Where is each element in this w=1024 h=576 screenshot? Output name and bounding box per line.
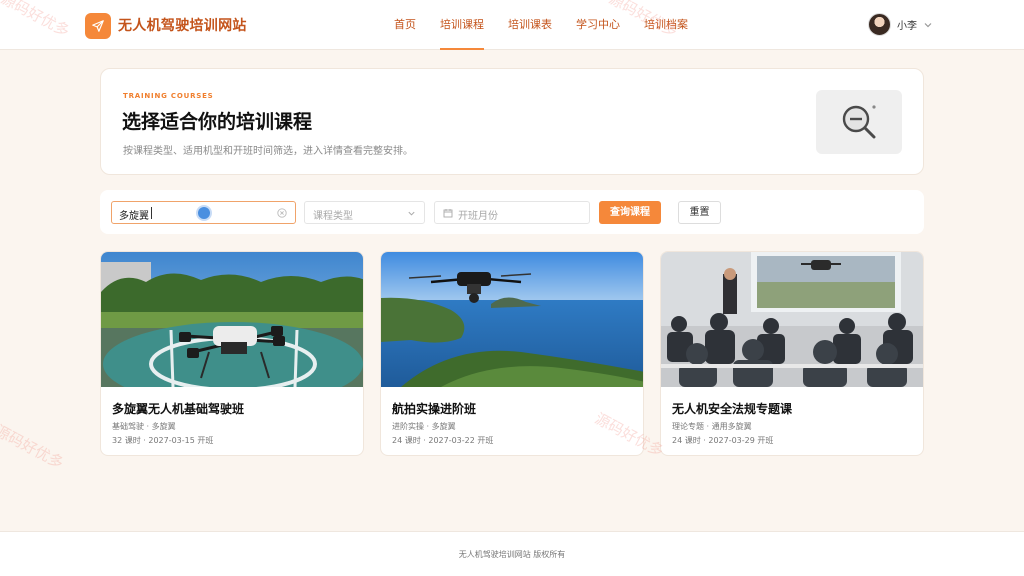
copyright-text: 无人机驾驶培训网站 版权所有 bbox=[458, 550, 566, 559]
page-title: 选择适合你的培训课程 bbox=[122, 111, 313, 133]
reset-button[interactable]: 重置 bbox=[678, 201, 721, 224]
chevron-down-icon[interactable] bbox=[407, 209, 416, 218]
calendar-icon bbox=[443, 209, 453, 218]
site-title[interactable]: 无人机驾驶培训网站 bbox=[118, 15, 247, 35]
hero-eyebrow: TRAINING COURSES bbox=[123, 92, 214, 100]
course-meta: 32 课时 · 2027-03-15 开班 bbox=[112, 436, 214, 445]
nav-records[interactable]: 培训档案 bbox=[644, 0, 688, 50]
month-placeholder: 开班月份 bbox=[458, 211, 498, 222]
avatar[interactable] bbox=[868, 13, 891, 36]
course-meta: 24 课时 · 2027-03-22 开班 bbox=[392, 436, 494, 445]
nav-courses[interactable]: 培训课程 bbox=[440, 0, 484, 50]
course-title[interactable]: 无人机安全法规专题课 bbox=[672, 400, 792, 417]
course-image-drone-over-sea[interactable] bbox=[381, 252, 643, 387]
course-title[interactable]: 多旋翼无人机基础驾驶班 bbox=[112, 400, 244, 417]
clear-icon[interactable] bbox=[277, 208, 287, 218]
filter-bar: 多旋翼 课程类型 开班月份 查询课程 重置 bbox=[100, 190, 924, 234]
search-input-value[interactable]: 多旋翼 bbox=[119, 207, 149, 222]
course-meta: 24 课时 · 2027-03-29 开班 bbox=[672, 436, 774, 445]
search-input[interactable]: 多旋翼 bbox=[111, 201, 296, 224]
logo[interactable] bbox=[85, 13, 111, 39]
user-name[interactable]: 小李 bbox=[897, 17, 917, 32]
course-image-drone-on-helipad[interactable] bbox=[101, 252, 363, 387]
top-header: 无人机驾驶培训网站 首页 培训课程 培训课表 学习中心 培训档案 小李 bbox=[0, 0, 1024, 50]
query-button[interactable]: 查询课程 bbox=[599, 201, 661, 224]
course-type-placeholder: 课程类型 bbox=[313, 211, 353, 222]
course-image-classroom[interactable] bbox=[661, 252, 923, 387]
nav-schedule[interactable]: 培训课表 bbox=[508, 0, 552, 50]
magnifier-icon bbox=[842, 105, 876, 139]
course-type-select[interactable]: 课程类型 bbox=[304, 201, 425, 224]
course-tags: 理论专题 · 通用多旋翼 bbox=[672, 422, 752, 431]
watermark: 源码好优多 bbox=[0, 421, 67, 473]
hero-description: 按课程类型、适用机型和开班时间筛选，进入详情查看完整安排。 bbox=[123, 146, 413, 157]
course-tags: 基础驾驶 · 多旋翼 bbox=[112, 422, 176, 431]
course-tags: 进阶实操 · 多旋翼 bbox=[392, 422, 456, 431]
nav-home[interactable]: 首页 bbox=[394, 0, 416, 50]
text-cursor bbox=[151, 207, 152, 219]
nav-learning-center[interactable]: 学习中心 bbox=[576, 0, 620, 50]
course-card[interactable]: 航拍实操进阶班 进阶实操 · 多旋翼 24 课时 · 2027-03-22 开班 bbox=[380, 251, 644, 456]
course-title[interactable]: 航拍实操进阶班 bbox=[392, 400, 476, 417]
main-nav: 首页 培训课程 培训课表 学习中心 培训档案 bbox=[394, 0, 712, 50]
user-menu[interactable]: 小李 bbox=[868, 13, 933, 36]
course-card[interactable]: 多旋翼无人机基础驾驶班 基础驾驶 · 多旋翼 32 课时 · 2027-03-1… bbox=[100, 251, 364, 456]
month-picker[interactable]: 开班月份 bbox=[434, 201, 590, 224]
cursor-indicator bbox=[198, 207, 210, 219]
hero-card: TRAINING COURSES 选择适合你的培训课程 按课程类型、适用机型和开… bbox=[100, 68, 924, 175]
chevron-down-icon[interactable] bbox=[923, 20, 933, 30]
course-card[interactable]: 无人机安全法规专题课 理论专题 · 通用多旋翼 24 课时 · 2027-03-… bbox=[660, 251, 924, 456]
footer: 无人机驾驶培训网站 版权所有 bbox=[0, 531, 1024, 576]
search-illustration bbox=[816, 90, 902, 154]
paper-plane-icon bbox=[92, 20, 104, 32]
